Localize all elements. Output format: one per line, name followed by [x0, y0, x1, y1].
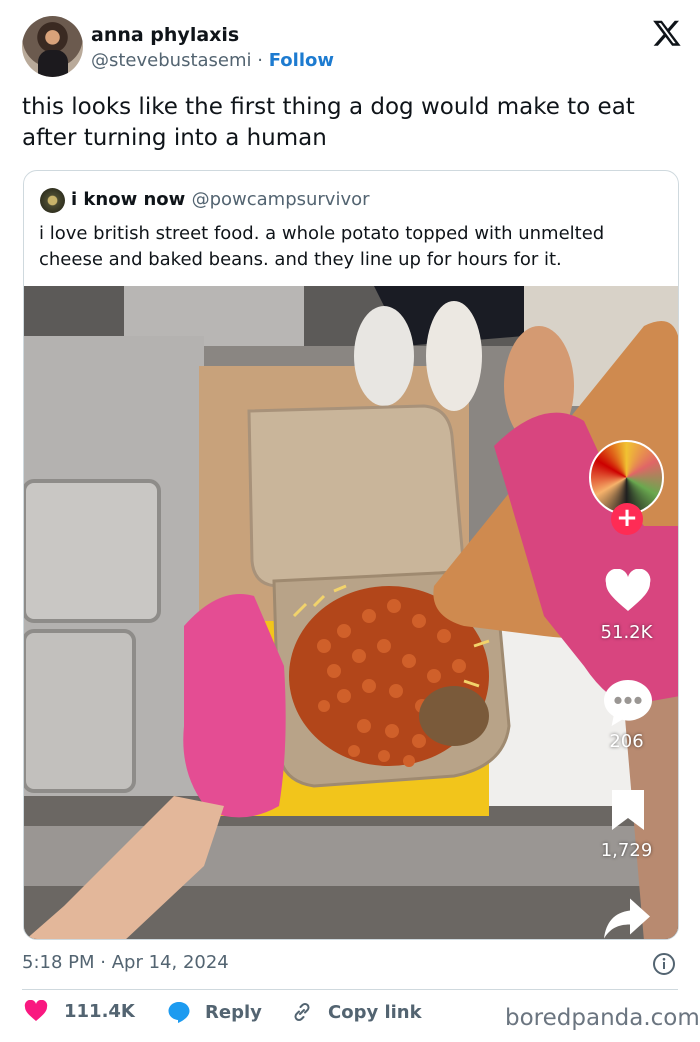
- heart-icon[interactable]: [604, 569, 652, 613]
- handle-separator: ·: [257, 50, 263, 71]
- timestamp-separator: ·: [100, 952, 106, 973]
- like-button[interactable]: 111.4K: [24, 1000, 135, 1022]
- author-handle[interactable]: @stevebustasemi: [91, 50, 252, 71]
- tweet-text: this looks like the first thing a dog wo…: [22, 94, 635, 151]
- follow-creator-button[interactable]: +: [611, 503, 643, 535]
- watermark: boredpanda.com: [505, 1005, 700, 1031]
- x-logo-icon[interactable]: [652, 18, 682, 48]
- video-save-count: 1,729: [600, 840, 653, 861]
- bookmark-icon[interactable]: [610, 788, 646, 832]
- quote-author: i know now @powcampsurvivor: [71, 189, 370, 210]
- reply-button[interactable]: Reply: [167, 1000, 262, 1024]
- share-arrow-icon[interactable]: [602, 896, 652, 940]
- reply-bubble-icon: [168, 1002, 190, 1023]
- quote-author-avatar: [40, 188, 65, 213]
- quote-author-handle: @powcampsurvivor: [191, 189, 370, 210]
- tweet-header: anna phylaxis @stevebustasemi · Follow: [22, 16, 682, 78]
- video-media[interactable]: + 51.2K 206 1,729: [24, 286, 678, 940]
- author-handle-line: @stevebustasemi · Follow: [91, 50, 334, 71]
- divider: [22, 989, 678, 990]
- tweet-timestamp[interactable]: 5:18 PM · Apr 14, 2024: [22, 952, 229, 973]
- link-icon: [294, 1002, 310, 1022]
- like-count: 111.4K: [64, 1000, 135, 1022]
- tweet-date: Apr 14, 2024: [111, 952, 229, 973]
- follow-button[interactable]: Follow: [269, 50, 334, 71]
- quoted-tweet[interactable]: i know now @powcampsurvivor i love briti…: [23, 170, 679, 940]
- food-photo: [24, 286, 678, 939]
- quote-text: i love british street food. a whole pota…: [39, 223, 605, 270]
- video-comment-count: 206: [609, 731, 644, 752]
- video-like-count: 51.2K: [600, 622, 653, 643]
- comment-icon[interactable]: [602, 678, 654, 728]
- reply-label: Reply: [205, 1001, 262, 1023]
- quote-author-name: i know now: [71, 189, 186, 210]
- author-avatar[interactable]: [22, 16, 83, 77]
- author-name[interactable]: anna phylaxis: [91, 24, 239, 46]
- info-icon[interactable]: [652, 952, 676, 976]
- copy-link-button[interactable]: Copy link: [290, 1000, 422, 1024]
- copy-link-label: Copy link: [328, 1001, 422, 1023]
- tweet-time: 5:18 PM: [22, 952, 95, 973]
- heart-icon: [24, 1000, 48, 1021]
